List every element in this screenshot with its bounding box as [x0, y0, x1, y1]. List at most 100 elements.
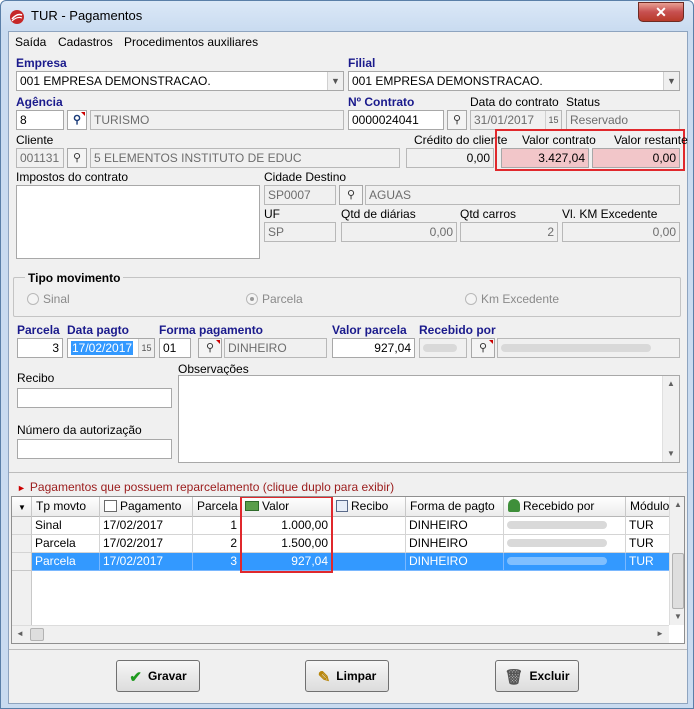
menu-procedimentos[interactable]: Procedimentos auxiliares — [124, 35, 258, 49]
status-label: Status — [566, 95, 601, 109]
recebido-search-button[interactable]: ⚲ — [471, 338, 495, 358]
agencia-name-field: TURISMO — [90, 110, 344, 130]
table-row-selected[interactable]: Parcela 17/02/2017 3 927,04 DINHEIRO TUR — [12, 553, 672, 571]
gravar-button[interactable]: ✔ Gravar — [116, 660, 200, 692]
row-indicator — [12, 517, 32, 535]
radio-sinal-label: Sinal — [43, 292, 70, 306]
redacted-value — [501, 344, 651, 352]
col-recibo[interactable]: Recibo — [332, 497, 406, 517]
radio-km-excedente[interactable]: Km Excedente — [465, 292, 559, 306]
menu-cadastros[interactable]: Cadastros — [58, 35, 113, 49]
parcela-label: Parcela — [17, 323, 60, 337]
cliente-search-button[interactable]: ⚲ — [67, 148, 87, 168]
cliente-name-field: 5 ELEMENTOS INSTITUTO DE EDUC — [90, 148, 400, 168]
contrato-input[interactable]: 0000024041 — [348, 110, 444, 130]
table-row[interactable]: Sinal 17/02/2017 1 1.000,00 DINHEIRO TUR — [12, 517, 672, 535]
col-forma-pagto[interactable]: Forma de pagto — [406, 497, 504, 517]
eraser-icon: ✎ — [317, 669, 331, 686]
radio-sinal[interactable]: Sinal — [27, 292, 70, 306]
grid-vertical-scrollbar[interactable]: ▲ ▼ — [669, 497, 684, 625]
valor-parcela-input[interactable]: 927,04 — [332, 338, 415, 358]
grid-horizontal-scrollbar[interactable]: ◄ ► — [12, 625, 669, 643]
observacoes-input[interactable]: ▲ ▼ — [178, 375, 680, 463]
limpar-button[interactable]: ✎ Limpar — [305, 660, 389, 692]
trash-icon: 🗑 — [504, 669, 524, 686]
recibo-input[interactable] — [17, 388, 172, 408]
empresa-combo[interactable]: 001 EMPRESA DEMONSTRACAO. ▼ — [16, 71, 344, 91]
scroll-up-icon[interactable]: ▲ — [663, 376, 679, 392]
autorizacao-label: Número da autorização — [17, 423, 142, 437]
grid-caption: ► Pagamentos que possuem reparcelamento (… — [17, 480, 394, 494]
agencia-label: Agência — [16, 95, 63, 109]
table-row[interactable]: Parcela 17/02/2017 2 1.500,00 DINHEIRO T… — [12, 535, 672, 553]
autorizacao-input[interactable] — [17, 439, 172, 459]
redacted-value — [507, 539, 607, 547]
data-contrato-field: 31/01/2017 15 — [470, 110, 562, 130]
scroll-down-icon[interactable]: ▼ — [663, 446, 679, 462]
contrato-search-button[interactable]: ⚲ — [447, 110, 467, 130]
scroll-thumb[interactable] — [30, 628, 44, 641]
impostos-list[interactable] — [16, 185, 260, 259]
menu-saida[interactable]: Saída — [15, 35, 46, 49]
binoculars-icon: ⚲ — [452, 114, 462, 126]
header-indicator: ▼ — [12, 497, 32, 517]
valor-column-highlight — [240, 497, 333, 573]
scroll-down-icon[interactable]: ▼ — [670, 609, 684, 625]
close-icon: ✕ — [655, 4, 667, 20]
forma-pagamento-label: Forma pagamento — [159, 323, 264, 337]
qtd-carros-label: Qtd carros — [460, 207, 517, 221]
client-area: Saída Cadastros Procedimentos auxiliares… — [8, 31, 688, 704]
scroll-thumb[interactable] — [672, 553, 684, 609]
cell-recebido — [504, 517, 626, 535]
valor-restante-field: 0,00 — [592, 148, 680, 168]
valor-contrato-label: Valor contrato — [522, 133, 596, 147]
cidade-search-button[interactable]: ⚲ — [339, 185, 363, 205]
chevron-down-icon[interactable]: ▼ — [663, 72, 679, 90]
menu-bar: Saída Cadastros Procedimentos auxiliares — [9, 32, 687, 51]
radio-parcela-label: Parcela — [262, 292, 303, 306]
col-tp-movto[interactable]: Tp movto — [32, 497, 100, 517]
col-recebido-por[interactable]: Recebido por — [504, 497, 626, 517]
status-field: Reservado — [566, 110, 680, 130]
empresa-label: Empresa — [16, 56, 67, 70]
scroll-right-icon[interactable]: ► — [652, 626, 668, 642]
redacted-value — [423, 344, 457, 352]
col-pagamento[interactable]: Pagamento — [100, 497, 193, 517]
observacoes-scrollbar[interactable]: ▲ ▼ — [662, 376, 679, 462]
qtd-diarias-field: 0,00 — [341, 222, 457, 242]
limpar-label: Limpar — [336, 669, 377, 683]
close-button[interactable]: ✕ — [638, 2, 684, 22]
parcela-input[interactable]: 3 — [17, 338, 63, 358]
forma-code-input[interactable]: 01 — [159, 338, 191, 358]
credito-label: Crédito do cliente — [414, 133, 508, 147]
excluir-label: Excluir — [529, 669, 570, 683]
vl-km-field: 0,00 — [562, 222, 680, 242]
data-pagto-input[interactable]: 17/02/2017 15 — [67, 338, 155, 358]
radio-parcela[interactable]: Parcela — [246, 292, 303, 306]
window-title: TUR - Pagamentos — [31, 8, 143, 23]
payments-grid[interactable]: ▼ Tp movto Pagamento Parcela Valor Recib… — [11, 496, 685, 644]
qtd-carros-field: 2 — [460, 222, 558, 242]
triangle-down-icon: ▼ — [18, 503, 26, 512]
recibo-label: Recibo — [17, 371, 55, 385]
agencia-code-input[interactable]: 8 — [16, 110, 64, 130]
col-modulo[interactable]: Módulo — [626, 497, 672, 517]
col-parcela[interactable]: Parcela — [193, 497, 241, 517]
scroll-up-icon[interactable]: ▲ — [670, 497, 684, 513]
scroll-left-icon[interactable]: ◄ — [12, 626, 28, 642]
cell-modulo: TUR — [626, 517, 672, 535]
agencia-search-button[interactable]: ⚲ — [67, 110, 87, 130]
radio-dot-icon — [27, 293, 39, 305]
separator — [9, 472, 687, 473]
cidade-destino-label: Cidade Destino — [264, 170, 347, 184]
uf-field: SP — [264, 222, 336, 242]
chevron-down-icon[interactable]: ▼ — [327, 72, 343, 90]
binoculars-icon: ⚲ — [72, 152, 82, 164]
calendar-icon[interactable]: 15 — [138, 339, 154, 357]
data-contrato-label: Data do contrato — [470, 95, 559, 109]
excluir-button[interactable]: 🗑 Excluir — [495, 660, 579, 692]
cell-parcela: 1 — [193, 517, 241, 535]
filial-combo[interactable]: 001 EMPRESA DEMONSTRACAO. ▼ — [348, 71, 680, 91]
binoculars-icon: ⚲ — [72, 114, 82, 126]
forma-search-button[interactable]: ⚲ — [198, 338, 222, 358]
